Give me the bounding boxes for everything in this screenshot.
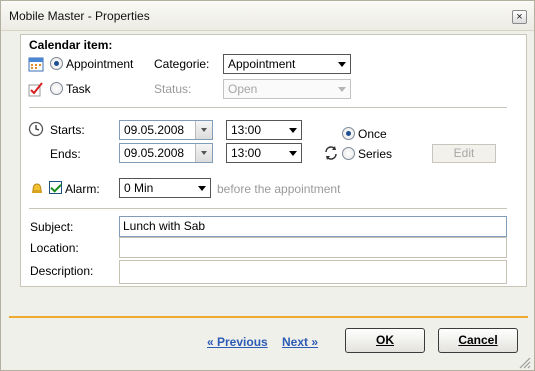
description-input[interactable] [119, 260, 507, 284]
alarm-offset-select[interactable]: 0 Min [119, 178, 211, 198]
ends-label: Ends: [50, 147, 81, 161]
appointment-label[interactable]: Appointment [66, 57, 133, 71]
status-value: Open [228, 82, 258, 96]
resize-grip-icon[interactable] [517, 355, 531, 369]
end-date-picker[interactable]: 09.05.2008 [119, 143, 213, 163]
start-date-value: 09.05.2008 [124, 123, 185, 137]
alarm-checkbox[interactable] [49, 181, 62, 194]
start-time-select[interactable]: 13:00 [226, 120, 302, 140]
start-time-value: 13:00 [231, 123, 262, 137]
footer-divider [9, 316, 528, 318]
task-label[interactable]: Task [66, 82, 91, 96]
chevron-down-icon [289, 128, 297, 133]
calendar-icon [28, 57, 44, 72]
calendar-dropdown-icon[interactable] [195, 144, 212, 162]
starts-label: Starts: [50, 123, 85, 137]
location-label: Location: [30, 241, 79, 255]
start-date-picker[interactable]: 09.05.2008 [119, 120, 213, 140]
next-link[interactable]: Next » [282, 335, 318, 349]
series-radio[interactable] [342, 147, 355, 160]
series-label[interactable]: Series [358, 147, 392, 161]
cancel-button-label: Cancel [458, 333, 498, 347]
alarm-label[interactable]: Alarm: [65, 182, 100, 196]
ok-button-label: OK [376, 333, 394, 347]
category-value: Appointment [228, 57, 296, 71]
properties-panel: Calendar item: Appointment Categorie: Ap… [20, 34, 527, 287]
description-label: Description: [30, 264, 94, 278]
clock-icon [28, 121, 44, 137]
divider [29, 107, 507, 108]
status-label: Status: [154, 82, 192, 96]
bell-icon [32, 183, 42, 193]
once-radio[interactable] [342, 127, 355, 140]
recurrence-arrows-icon [325, 146, 337, 160]
subject-label: Subject: [30, 220, 74, 234]
task-radio[interactable] [50, 82, 63, 95]
edit-series-button[interactable]: Edit [432, 144, 496, 163]
chevron-down-icon [338, 87, 346, 92]
end-time-select[interactable]: 13:00 [226, 143, 302, 163]
task-check-icon [28, 82, 43, 97]
properties-dialog: Mobile Master - Properties × Calendar it… [0, 0, 535, 371]
category-label: Categorie: [154, 57, 210, 71]
alarm-suffix-text: before the appointment [217, 182, 341, 196]
chevron-down-icon [338, 62, 346, 67]
category-select[interactable]: Appointment [223, 54, 351, 74]
status-select[interactable]: Open [223, 79, 351, 99]
alarm-offset-value: 0 Min [124, 181, 154, 195]
window-title: Mobile Master - Properties [9, 9, 150, 23]
previous-link[interactable]: « Previous [207, 335, 268, 349]
divider [29, 208, 507, 209]
end-date-value: 09.05.2008 [124, 146, 185, 160]
cancel-button[interactable]: Cancel [438, 328, 518, 353]
end-time-value: 13:00 [231, 146, 262, 160]
ok-button[interactable]: OK [345, 328, 425, 353]
location-input[interactable] [119, 237, 507, 258]
once-label[interactable]: Once [358, 127, 387, 141]
chevron-down-icon [198, 186, 206, 191]
appointment-radio[interactable] [50, 57, 63, 70]
title-bar[interactable]: Mobile Master - Properties × [1, 1, 534, 31]
calendar-item-heading: Calendar item: [29, 38, 113, 52]
close-button[interactable]: × [512, 10, 527, 24]
chevron-down-icon [289, 151, 297, 156]
subject-input[interactable]: Lunch with Sab [119, 216, 507, 237]
calendar-dropdown-icon[interactable] [195, 121, 212, 139]
